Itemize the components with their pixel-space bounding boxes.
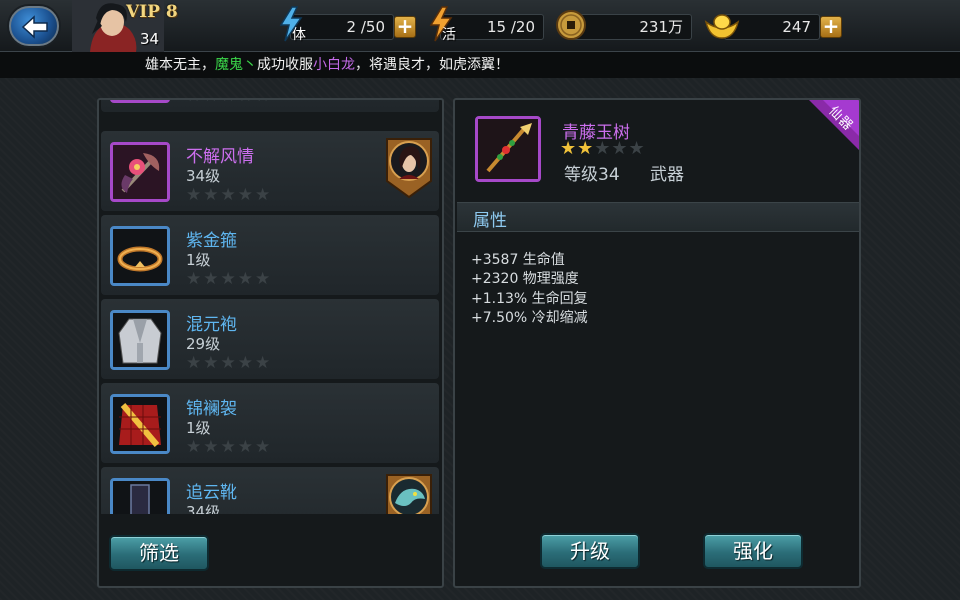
attribute-line: +2320 物理强度 — [471, 271, 579, 287]
item-name: 紫金箍 — [186, 231, 237, 251]
item-stars: ★★★★★ — [186, 437, 273, 457]
announcement-player: 魔鬼丶 — [215, 57, 257, 73]
item-level: 34级 — [186, 503, 221, 514]
item-name: 混元袍 — [186, 315, 237, 335]
detail-stars: ★★★★★ — [560, 138, 646, 159]
golden-ring-icon — [110, 226, 170, 286]
gold-ingot-icon — [704, 14, 740, 39]
top-bar: VIP 8 34 2 /50 体 + 15 /20 活 231万 247 + — [0, 0, 960, 52]
list-item[interactable]: ★★★★★ — [101, 100, 439, 112]
stars-empty: ★★★ — [594, 138, 646, 159]
item-level: 29级 — [186, 335, 221, 353]
detail-item-type: 武器 — [650, 165, 684, 185]
kasaya-icon — [110, 394, 170, 454]
equipment-list[interactable]: ★★★★★ 不解风情 34级 ★★★★★ — [99, 100, 442, 514]
item-stars: ★★★★★ — [186, 269, 273, 289]
attribute-line: +7.50% 冷却缩减 — [471, 310, 588, 326]
stamina-label: 体 — [292, 27, 306, 43]
item-level: 1级 — [186, 251, 211, 269]
item-stars: ★★★★★ — [186, 100, 272, 106]
list-item[interactable]: 紫金箍 1级 ★★★★★ — [101, 215, 439, 295]
player-level: 34 — [140, 30, 160, 48]
item-name: 锦襕袈 — [186, 399, 237, 419]
item-stars: ★★★★★ — [186, 185, 273, 205]
coin-value: 231万 — [570, 14, 692, 40]
enhance-button[interactable]: 强化 — [703, 533, 803, 569]
announcement-hero: 小白龙 — [313, 57, 355, 73]
announcement-text: 雄本无主， — [145, 57, 215, 73]
upgrade-button[interactable]: 升级 — [540, 533, 640, 569]
attribute-line: +3587 生命值 — [471, 252, 565, 268]
vip-level: VIP 8 — [126, 2, 178, 22]
list-item[interactable]: 追云靴 34级 ★★★★★ — [101, 467, 439, 514]
announcement-text: 成功收服 — [257, 57, 313, 73]
robe-icon — [110, 310, 170, 370]
attributes-header: 属性 — [457, 202, 859, 232]
back-button[interactable] — [9, 6, 59, 46]
attributes-title: 属性 — [473, 211, 507, 231]
announcement-bar: 雄本无主，魔鬼丶成功收服小白龙，将遇良才，如虎添翼！ — [0, 52, 960, 78]
list-item[interactable]: 混元袍 29级 ★★★★★ — [101, 299, 439, 379]
energy-label: 活 — [442, 27, 456, 43]
boots-icon — [110, 478, 170, 514]
add-gold-button[interactable]: + — [820, 16, 842, 38]
announcement-text: ，将遇良才，如虎添翼！ — [355, 57, 509, 73]
hero-portrait-icon[interactable] — [385, 137, 433, 199]
item-stars: ★★★★★ — [186, 353, 273, 373]
item-name: 不解风情 — [186, 147, 254, 167]
equipment-list-panel: ★★★★★ 不解风情 34级 ★★★★★ — [97, 98, 444, 588]
item-level: 34级 — [186, 167, 221, 185]
back-arrow-icon — [21, 15, 48, 39]
list-item[interactable]: 锦襕袈 1级 ★★★★★ — [101, 383, 439, 463]
item-name: 追云靴 — [186, 483, 237, 503]
item-level: 1级 — [186, 419, 211, 437]
item-icon — [110, 100, 170, 103]
add-stamina-button[interactable]: + — [394, 16, 416, 38]
detail-item-level: 等级34 — [564, 165, 620, 185]
flower-axe-icon — [110, 142, 170, 202]
jade-spear-icon — [475, 116, 541, 182]
list-item[interactable]: 不解风情 34级 ★★★★★ — [101, 131, 439, 211]
stars-filled: ★★ — [560, 138, 595, 159]
filter-button[interactable]: 筛选 — [109, 535, 209, 571]
dragon-portrait-icon[interactable] — [385, 473, 433, 514]
copper-coin-icon — [556, 10, 586, 40]
attribute-line: +1.13% 生命回复 — [471, 291, 588, 307]
